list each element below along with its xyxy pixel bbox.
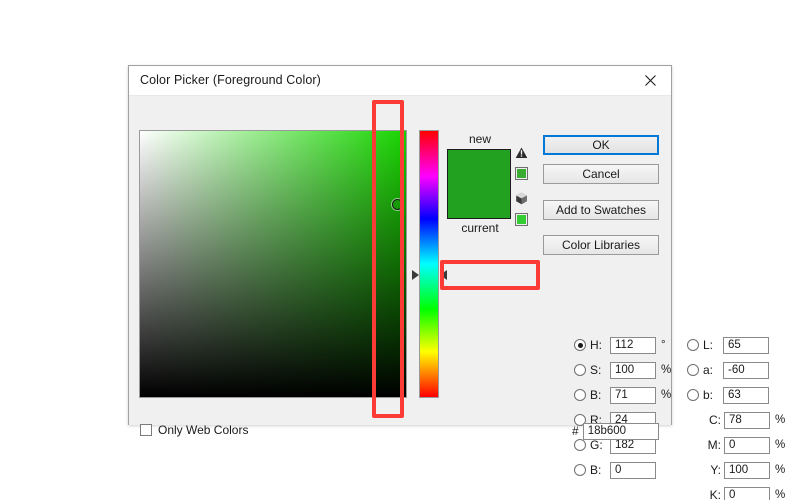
cmyk-input-black[interactable]: 0 <box>724 486 770 500</box>
lab-label-b-axis: b: <box>703 388 714 402</box>
hsb-radio-hue[interactable] <box>574 339 586 351</box>
color-preview-group: new current <box>447 132 513 236</box>
out-of-gamut-warning-icon[interactable] <box>515 146 528 164</box>
rgb-row-blue[interactable]: B: 0 <box>574 460 656 480</box>
hsb-input-hue[interactable]: 112 <box>610 336 656 354</box>
add-to-swatches-button[interactable]: Add to Swatches <box>543 200 659 220</box>
hsb-unit-saturation: % <box>661 364 672 376</box>
cmyk-input-magenta[interactable]: 0 <box>724 436 770 454</box>
hue-slider-strip[interactable] <box>419 130 439 398</box>
hsb-unit-hue: ° <box>661 339 666 351</box>
only-web-colors-checkbox[interactable]: Only Web Colors <box>140 423 248 437</box>
close-icon[interactable] <box>629 66 671 95</box>
lab-label-a-axis: a: <box>703 363 714 377</box>
hex-input[interactable]: 18b600 <box>582 422 659 440</box>
hsb-input-saturation[interactable]: 100 <box>610 361 656 379</box>
new-color-swatch <box>447 149 511 219</box>
cmyk-unit-black: % <box>775 489 786 500</box>
cmyk-input-cyan[interactable]: 78 <box>724 411 770 429</box>
hsb-label-hue: H: <box>590 338 602 352</box>
new-color-label: new <box>468 132 491 146</box>
color-warning-group <box>511 146 531 226</box>
hsb-row-saturation[interactable]: S: 100% <box>574 360 671 380</box>
sb-black-gradient <box>140 131 406 397</box>
lab-label-lightness: L: <box>703 338 714 352</box>
hsb-input-brightness[interactable]: 71 <box>610 386 656 404</box>
checkbox-box[interactable] <box>140 424 152 436</box>
color-libraries-button[interactable]: Color Libraries <box>543 235 659 255</box>
hsb-row-brightness[interactable]: B: 71% <box>574 385 671 405</box>
hsb-label-saturation: S: <box>590 363 602 377</box>
cmyk-label-black: K: <box>709 488 721 500</box>
hex-symbol: # <box>572 424 579 438</box>
lab-row-a-axis[interactable]: a: -60 <box>687 360 769 380</box>
hue-slider-marker-right[interactable] <box>440 270 447 280</box>
dialog-titlebar: Color Picker (Foreground Color) <box>129 66 671 96</box>
ok-button[interactable]: OK <box>543 135 659 155</box>
cmyk-row-cyan[interactable]: C: 78% <box>687 410 785 430</box>
hsb-label-brightness: B: <box>590 388 602 402</box>
cmyk-row-magenta[interactable]: M: 0% <box>687 435 785 455</box>
lab-input-a-axis[interactable]: -60 <box>723 361 769 379</box>
cancel-button[interactable]: Cancel <box>543 164 659 184</box>
lab-radio-b-axis[interactable] <box>687 389 699 401</box>
hex-field-row[interactable]: # 18b600 <box>572 421 659 441</box>
gamut-substitute-swatch[interactable] <box>514 167 528 180</box>
rgb-input-blue[interactable]: 0 <box>610 461 656 479</box>
lab-row-b-axis[interactable]: b: 63 <box>687 385 769 405</box>
only-web-colors-label: Only Web Colors <box>158 423 249 437</box>
cmyk-label-magenta: M: <box>707 438 721 452</box>
dialog-body: Only Web Colors new current OK Cancel Ad… <box>129 96 785 500</box>
cmyk-unit-magenta: % <box>775 439 786 451</box>
cmyk-label-cyan: C: <box>709 413 721 427</box>
lab-input-b-axis[interactable]: 63 <box>723 386 769 404</box>
cmyk-unit-cyan: % <box>775 414 786 426</box>
lab-radio-a-axis[interactable] <box>687 364 699 376</box>
hsb-radio-brightness[interactable] <box>574 389 586 401</box>
rgb-label-blue: B: <box>590 463 602 477</box>
hsb-radio-saturation[interactable] <box>574 364 586 376</box>
cmyk-row-black[interactable]: K: 0% <box>687 485 785 500</box>
current-color-label: current <box>461 221 499 235</box>
lab-row-lightness[interactable]: L: 65 <box>687 335 769 355</box>
web-safe-substitute-swatch[interactable] <box>514 213 528 226</box>
color-picker-dialog: Color Picker (Foreground Color) Only Web… <box>128 65 785 500</box>
lab-input-lightness[interactable]: 65 <box>723 336 769 354</box>
cmyk-unit-yellow: % <box>775 464 786 476</box>
rgb-radio-blue[interactable] <box>574 464 586 476</box>
hue-slider-marker-left[interactable] <box>412 270 419 280</box>
lab-radio-lightness[interactable] <box>687 339 699 351</box>
cmyk-row-yellow[interactable]: Y: 100% <box>687 460 785 480</box>
screenshot-canvas: Color Picker (Foreground Color) Only Web… <box>0 0 800 500</box>
not-web-safe-warning-icon[interactable] <box>515 192 528 210</box>
dialog-title: Color Picker (Foreground Color) <box>140 73 321 87</box>
cmyk-label-yellow: Y: <box>710 463 721 477</box>
hsb-row-hue[interactable]: H: 112 ° <box>574 335 666 355</box>
hsb-unit-brightness: % <box>661 389 672 401</box>
saturation-brightness-field[interactable] <box>139 130 407 398</box>
color-field-cursor[interactable] <box>392 199 403 210</box>
cmyk-input-yellow[interactable]: 100 <box>724 461 770 479</box>
